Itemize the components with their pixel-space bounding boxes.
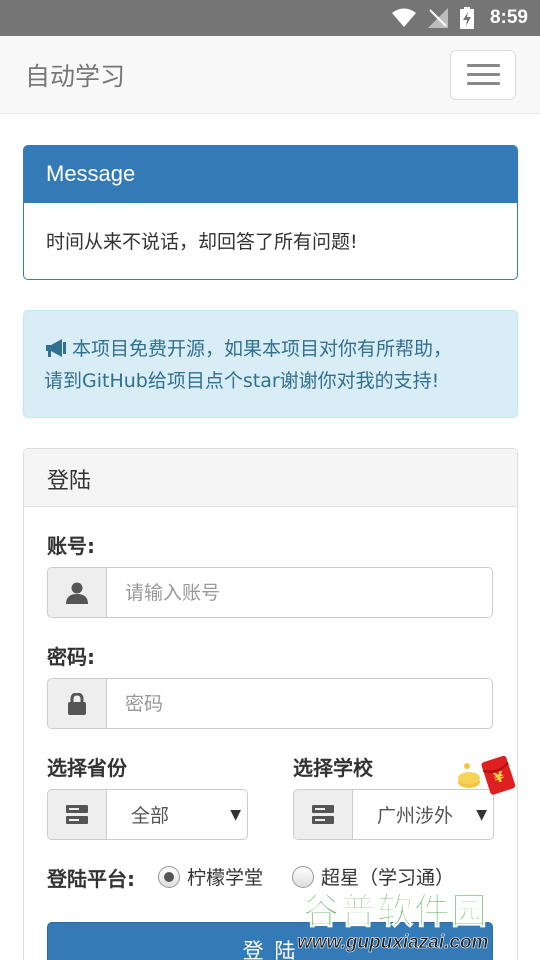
notice-line-2: 请到GitHub给项目点个star谢谢你对我的支持! [44, 370, 440, 392]
message-panel-heading: Message [24, 146, 517, 203]
account-input-group [47, 567, 493, 618]
password-input-group [47, 678, 493, 729]
lock-icon [68, 692, 86, 715]
school-select-value: 广州涉外 [377, 805, 454, 827]
province-select-value: 全部 [131, 805, 170, 827]
navbar: 自动学习 [0, 36, 540, 114]
chevron-down-icon: ▼ [228, 807, 241, 823]
account-addon [48, 568, 107, 617]
platform-option-label: 柠檬学堂 [187, 867, 264, 889]
megaphone-icon [46, 339, 66, 357]
platform-label: 登陆平台: [47, 867, 135, 891]
school-label: 选择学校 [293, 756, 373, 780]
user-icon [66, 582, 88, 604]
notice-line-1: 本项目免费开源，如果本项目对你有所帮助， [72, 338, 453, 360]
status-bar: 8:59 [0, 0, 540, 36]
province-addon [48, 790, 107, 839]
battery-charging-icon [459, 7, 474, 29]
platform-option-lemon[interactable]: 柠檬学堂 [158, 863, 263, 890]
account-label: 账号: [47, 534, 95, 558]
navbar-brand[interactable]: 自动学习 [25, 57, 125, 93]
notice-alert: 本项目免费开源，如果本项目对你有所帮助， 请到GitHub给项目点个star谢谢… [23, 310, 518, 418]
watermark: 谷普软件园 www.gupuxiazai.com [297, 882, 540, 960]
province-select-group: 全部 ▼ [47, 789, 248, 840]
password-addon [48, 679, 107, 728]
watermark-title: 谷普软件园 [302, 891, 489, 933]
server-icon [66, 804, 88, 824]
status-time: 8:59 [489, 7, 528, 28]
account-input[interactable] [107, 568, 492, 617]
province-select[interactable]: 全部 ▼ [107, 790, 247, 839]
signal-off-icon [427, 8, 448, 28]
radio-icon [158, 865, 180, 888]
chevron-down-icon: ▼ [474, 807, 487, 823]
watermark-url: www.gupuxiazai.com [297, 932, 489, 954]
school-addon [294, 790, 353, 839]
message-panel-body: 时间从来不说话，却回答了所有问题! [46, 231, 358, 253]
password-input[interactable] [107, 679, 492, 728]
menu-icon [466, 64, 500, 67]
password-label: 密码: [47, 645, 95, 669]
wifi-icon [391, 8, 416, 27]
menu-icon-bar [466, 73, 500, 76]
message-panel: Message 时间从来不说话，却回答了所有问题! [23, 145, 518, 280]
server-icon [312, 804, 334, 824]
menu-icon-bar [466, 82, 500, 85]
login-panel-heading: 登陆 [24, 449, 517, 507]
menu-toggle-button[interactable] [450, 49, 516, 100]
red-packet-icon[interactable]: ¥ [455, 752, 521, 798]
province-label: 选择省份 [47, 756, 127, 780]
